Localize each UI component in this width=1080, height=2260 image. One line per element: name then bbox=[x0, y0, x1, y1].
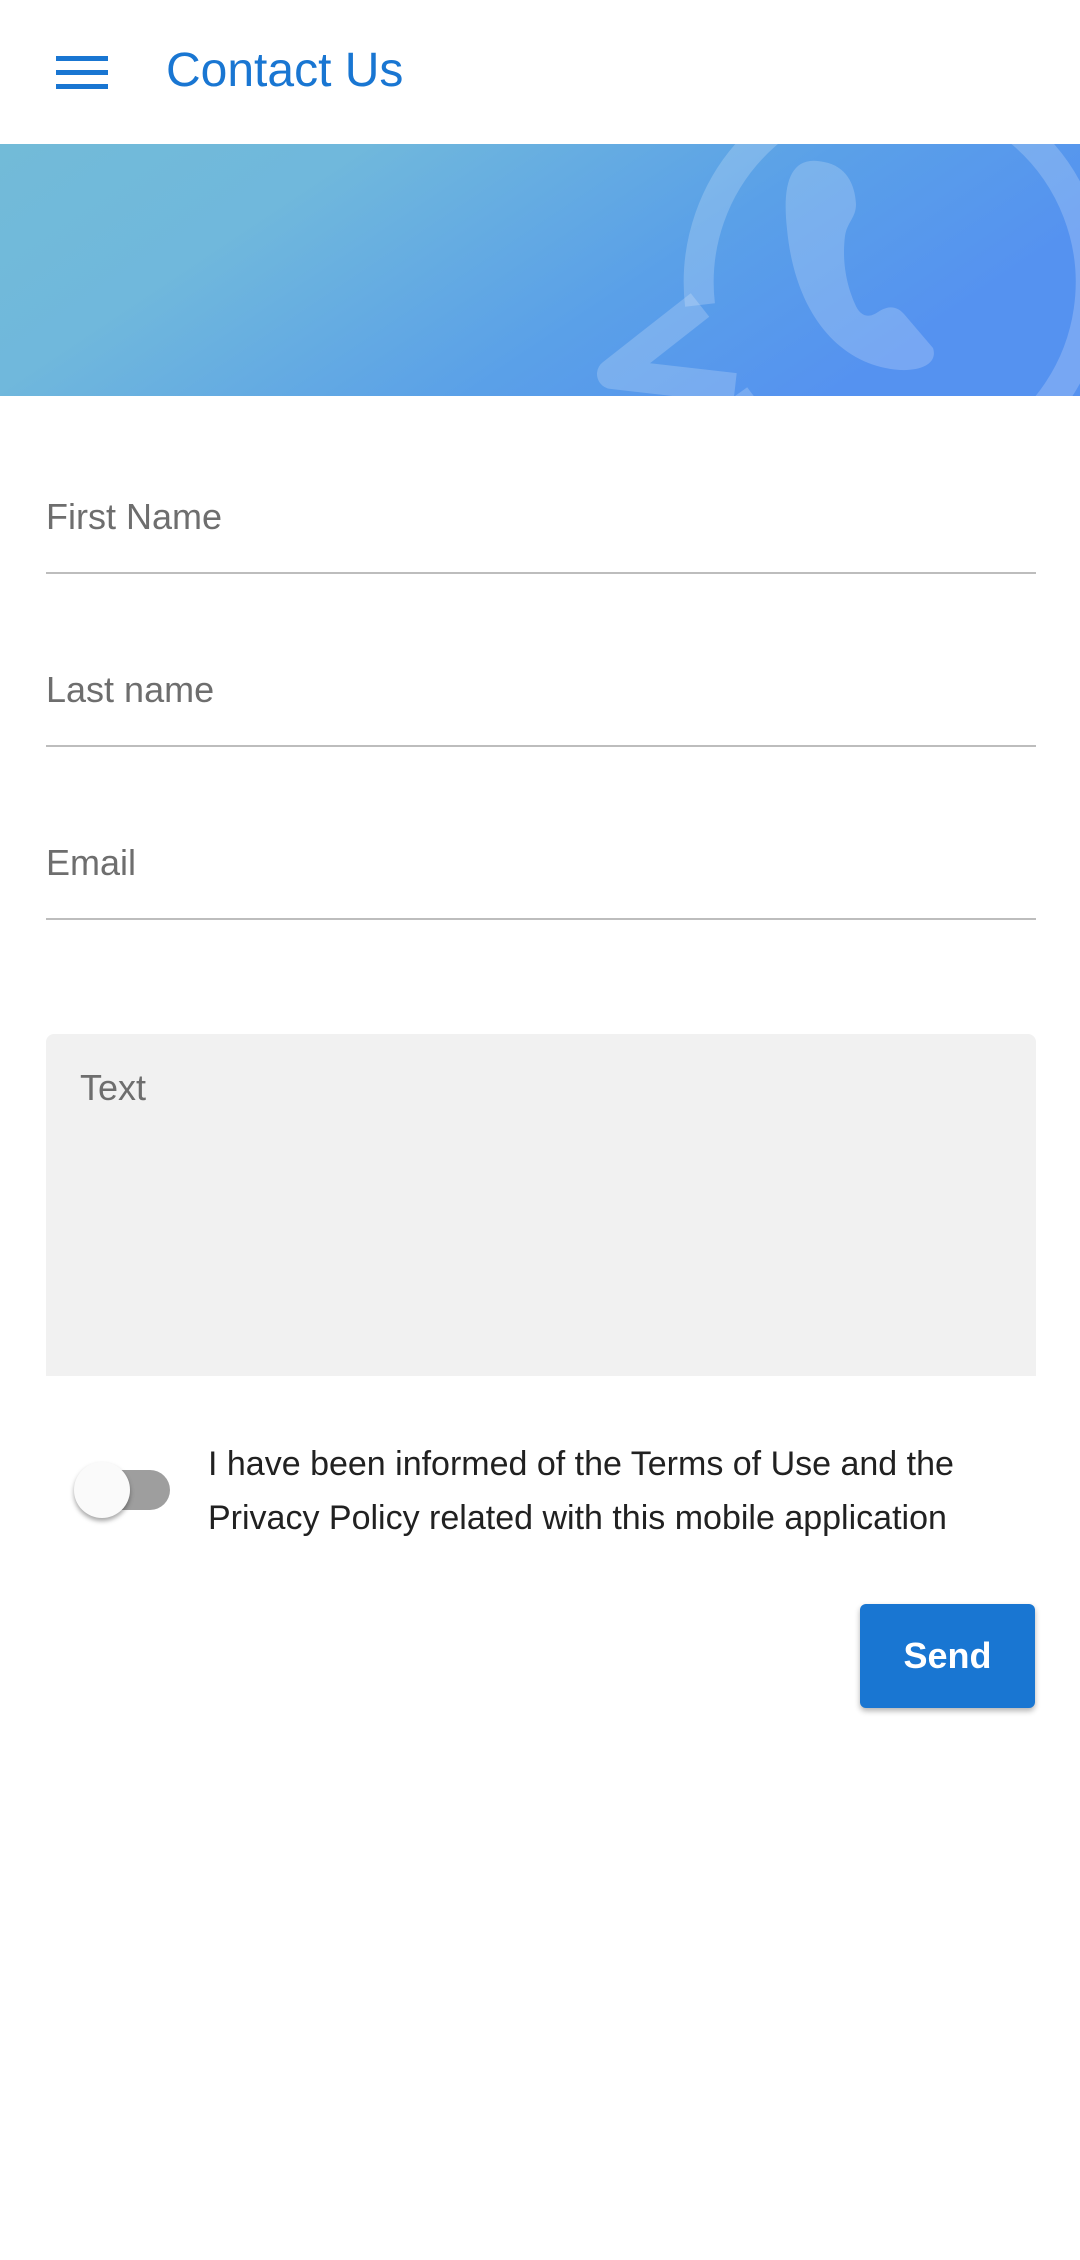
app-bar: Contact Us bbox=[0, 0, 1080, 144]
hamburger-menu-icon bbox=[56, 56, 108, 89]
header-banner bbox=[0, 144, 1080, 396]
message-field[interactable] bbox=[46, 1034, 1036, 1376]
first-name-input[interactable] bbox=[46, 482, 1036, 552]
email-field[interactable] bbox=[46, 802, 1036, 920]
last-name-field[interactable] bbox=[46, 629, 1036, 747]
message-textarea[interactable] bbox=[80, 1066, 1000, 1356]
toggle-thumb bbox=[74, 1462, 130, 1518]
first-name-field[interactable] bbox=[46, 456, 1036, 574]
consent-toggle[interactable] bbox=[74, 1462, 176, 1518]
menu-button[interactable] bbox=[34, 30, 130, 114]
page-title: Contact Us bbox=[166, 44, 404, 97]
consent-label: I have been informed of the Terms of Use… bbox=[208, 1445, 954, 1537]
last-name-input[interactable] bbox=[46, 655, 1036, 725]
send-button[interactable]: Send bbox=[860, 1604, 1035, 1708]
email-input[interactable] bbox=[46, 828, 1036, 898]
